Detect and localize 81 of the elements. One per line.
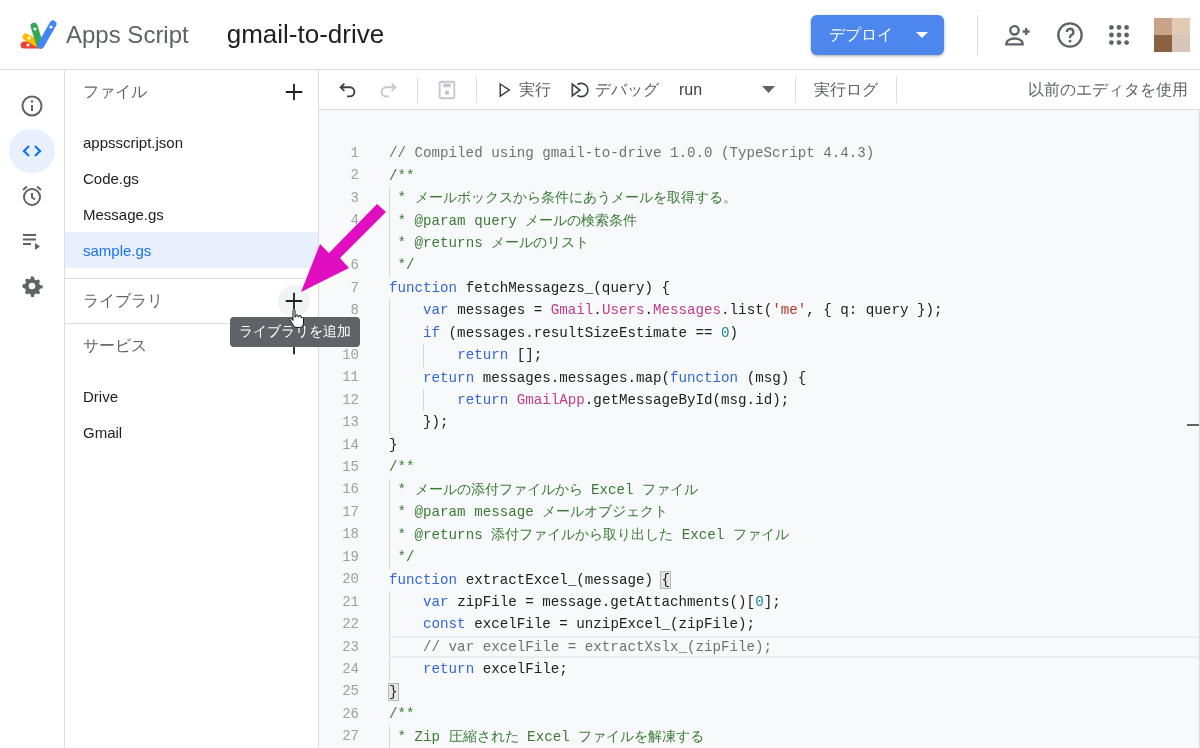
code-line: /** — [389, 458, 416, 478]
debug-icon — [569, 79, 589, 100]
code-line: /** — [389, 705, 416, 725]
line-number: 15 — [341, 458, 359, 478]
file-item[interactable]: Code.gs — [65, 160, 318, 196]
file-item[interactable]: Drive — [65, 378, 318, 414]
code-line: * Zip 圧縮された Excel ファイルを解凍する — [389, 725, 1199, 748]
run-button[interactable]: 実行 — [489, 73, 557, 106]
line-number: 2 — [349, 166, 359, 186]
line-number: 3 — [349, 188, 359, 208]
code-line: * @returns 添付ファイルから取り出した Excel ファイル — [389, 523, 1199, 547]
add-button[interactable] — [278, 285, 310, 317]
caret-icon — [762, 86, 775, 94]
line-number: 23 — [341, 637, 359, 657]
line-number: 12 — [341, 390, 359, 410]
code-line: return messages.messages.map(function (msg) { — [389, 366, 1199, 389]
file-item[interactable]: Gmail — [65, 414, 318, 450]
add-icon — [283, 290, 305, 312]
code-line: // var excelFile = extractXslx_(zipFile); — [389, 635, 1199, 659]
code-line: * @param query メールの検索条件 — [389, 209, 1199, 232]
code-line: return excelFile; — [389, 658, 1199, 681]
info-icon — [20, 94, 44, 118]
section-title: サービス — [83, 336, 147, 357]
code-line: */ — [389, 546, 1199, 569]
line-number: 13 — [341, 413, 359, 433]
line-number: 7 — [349, 278, 359, 298]
line-number: 10 — [341, 345, 359, 365]
code-line: * @returns メールのリスト — [389, 231, 1199, 255]
line-number: 8 — [349, 300, 359, 320]
code-line: * メールの添付ファイルから Excel ファイル — [389, 478, 1199, 502]
line-number: 11 — [341, 368, 359, 388]
code-line: * メールボックスから条件にあうメールを取得する。 — [389, 187, 1199, 210]
code-line: if (messages.resultSizeEstimate == 0) — [389, 321, 1199, 345]
function-select[interactable]: run — [671, 73, 783, 106]
code-line: * @param message メールオブジェクト — [389, 501, 1199, 524]
line-number: 20 — [341, 570, 359, 590]
code-line: return GmailApp.getMessageById(msg.id); — [389, 389, 1199, 412]
line-number: 17 — [341, 502, 359, 522]
line-number: 18 — [341, 525, 359, 545]
code-line: // Compiled using gmail-to-drive 1.0.0 (TypeScript 4.4.3) — [389, 144, 876, 164]
alarm-clock-icon — [20, 184, 44, 208]
line-number: 14 — [341, 435, 359, 455]
project-title: gmail-to-drive — [226, 18, 385, 51]
code-line: const excelFile = unzipExcel_(zipFile); — [389, 613, 1199, 636]
section-title: ファイル — [83, 82, 147, 103]
line-number: 25 — [341, 682, 359, 702]
code-line: */ — [389, 254, 1199, 277]
line-number: 19 — [341, 547, 359, 567]
settings-icon — [20, 274, 44, 298]
file-item[interactable]: sample.gs — [65, 232, 318, 268]
code-line: function fetchMessagezs_(query) { — [389, 278, 671, 298]
line-number: 6 — [349, 256, 359, 276]
line-number: 4 — [349, 211, 359, 231]
line-number: 27 — [341, 727, 359, 747]
code-line: function extractExcel_(message) { — [389, 570, 671, 590]
log-button[interactable]: 実行ログ — [808, 73, 884, 106]
code-line: var messages = Gmail.Users.Messages.list('me', { q: query }); — [389, 299, 1199, 322]
line-number: 26 — [341, 704, 359, 724]
help-icon[interactable] — [1056, 20, 1084, 49]
code-line: /** — [389, 166, 416, 186]
code-line: }); — [389, 411, 1199, 434]
debug-button[interactable]: デバッグ — [563, 73, 665, 106]
line-number: 22 — [341, 615, 359, 635]
avatar-icon[interactable] — [1154, 17, 1190, 52]
line-number: 24 — [341, 659, 359, 679]
save-icon — [436, 78, 458, 101]
legacy-editor-link[interactable]: 以前のエディタを使用 — [1022, 73, 1194, 106]
code-line: } — [389, 435, 399, 455]
file-item[interactable]: appsscript.json — [65, 124, 318, 160]
rail-button[interactable] — [9, 129, 55, 173]
code-line: return []; — [389, 344, 1199, 367]
code-line: var zipFile = message.getAttachments()[0]; — [389, 590, 1199, 614]
app-name: Apps Script — [66, 19, 189, 50]
add-icon — [283, 81, 305, 103]
caret-icon — [916, 31, 928, 38]
line-number: 21 — [341, 592, 359, 612]
logo-icon — [20, 18, 60, 51]
line-number: 1 — [349, 143, 359, 163]
section-title: ライブラリ — [83, 291, 163, 312]
file-item[interactable]: Message.gs — [65, 196, 318, 232]
line-number: 16 — [341, 480, 359, 500]
